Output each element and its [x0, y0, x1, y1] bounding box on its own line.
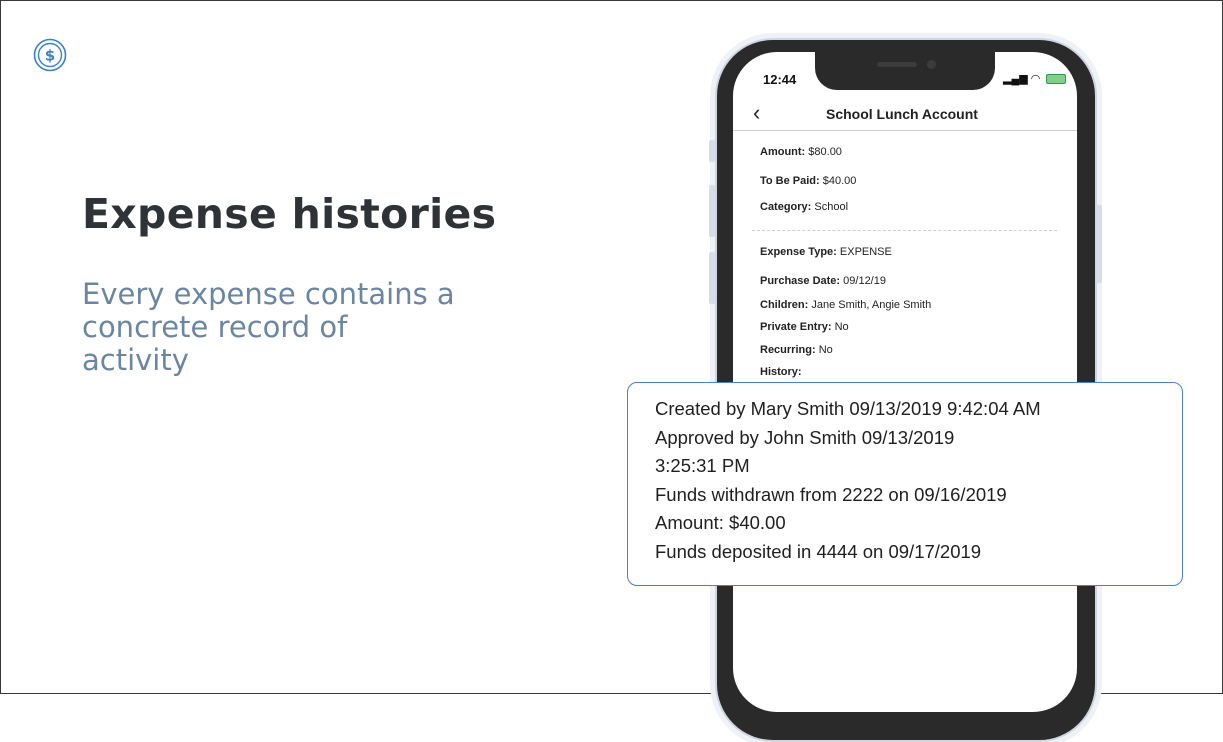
- history-line: Amount: $40.00: [655, 512, 786, 533]
- history-line: Created by Mary Smith 09/13/2019 9:42:04…: [655, 398, 1041, 419]
- field-label: Category:: [760, 201, 812, 213]
- phone-side-button: [1096, 205, 1102, 283]
- field-label: To Be Paid:: [760, 175, 820, 187]
- wifi-icon: ◠: [1030, 73, 1041, 85]
- field-private-entry: Private Entry: No: [760, 321, 849, 333]
- history-line: Funds withdrawn from 2222 on 09/16/2019: [655, 483, 1007, 505]
- phone-notch: [815, 52, 995, 90]
- field-children: Children: Jane Smith, Angie Smith: [760, 299, 931, 311]
- field-value: EXPENSE: [839, 246, 892, 258]
- field-purchase-date: Purchase Date: 09/12/19: [760, 275, 886, 287]
- svg-text:$: $: [45, 47, 55, 65]
- field-value: Jane Smith, Angie Smith: [811, 299, 932, 311]
- phone-speaker: [877, 62, 917, 67]
- field-label: Purchase Date:: [760, 275, 841, 287]
- status-time: 12:44: [763, 72, 797, 87]
- field-label: History:: [760, 366, 802, 378]
- status-icons: ▂▄▆ ◠: [1003, 72, 1067, 85]
- field-to-be-paid: To Be Paid: $40.00: [760, 175, 856, 187]
- battery-icon: [1046, 74, 1067, 85]
- field-label: Amount:: [760, 146, 806, 158]
- nav-title: School Lunch Account: [826, 106, 978, 122]
- field-history: History:: [760, 366, 802, 378]
- field-value: No: [818, 344, 833, 356]
- field-value: School: [814, 201, 849, 213]
- page-title: Expense histories: [82, 190, 497, 238]
- phone-side-button: [709, 185, 715, 237]
- phone-camera: [927, 60, 936, 69]
- field-recurring: Recurring: No: [760, 344, 833, 356]
- field-expense-type: Expense Type: EXPENSE: [760, 246, 892, 258]
- phone-side-button: [709, 140, 715, 162]
- field-label: Children:: [760, 299, 809, 311]
- field-value: $80.00: [808, 146, 842, 158]
- field-label: Private Entry:: [760, 321, 832, 333]
- history-line: Funds deposited in 4444 on 09/17/2019: [655, 540, 982, 562]
- field-label: Expense Type:: [760, 246, 837, 258]
- history-line: Approved by John Smith 09/13/2019: [655, 426, 955, 448]
- section-divider: [752, 230, 1057, 231]
- field-amount: Amount: $80.00: [760, 146, 842, 158]
- field-label: Recurring:: [760, 344, 816, 356]
- dollar-circle-icon: $: [33, 38, 67, 72]
- field-category: Category: School: [760, 201, 848, 213]
- signal-icon: ▂▄▆: [1003, 73, 1028, 85]
- field-value: $40.00: [822, 175, 857, 187]
- history-line: 3:25:31 PM: [655, 455, 750, 476]
- chevron-left-icon[interactable]: ‹: [753, 100, 760, 126]
- phone-side-button: [709, 252, 715, 304]
- field-value: 09/12/19: [843, 275, 886, 287]
- page-subtitle: Every expense contains a concrete record…: [82, 277, 455, 377]
- field-value: No: [834, 321, 849, 333]
- history-callout: Created by Mary Smith 09/13/2019 9:42:04…: [627, 382, 1183, 586]
